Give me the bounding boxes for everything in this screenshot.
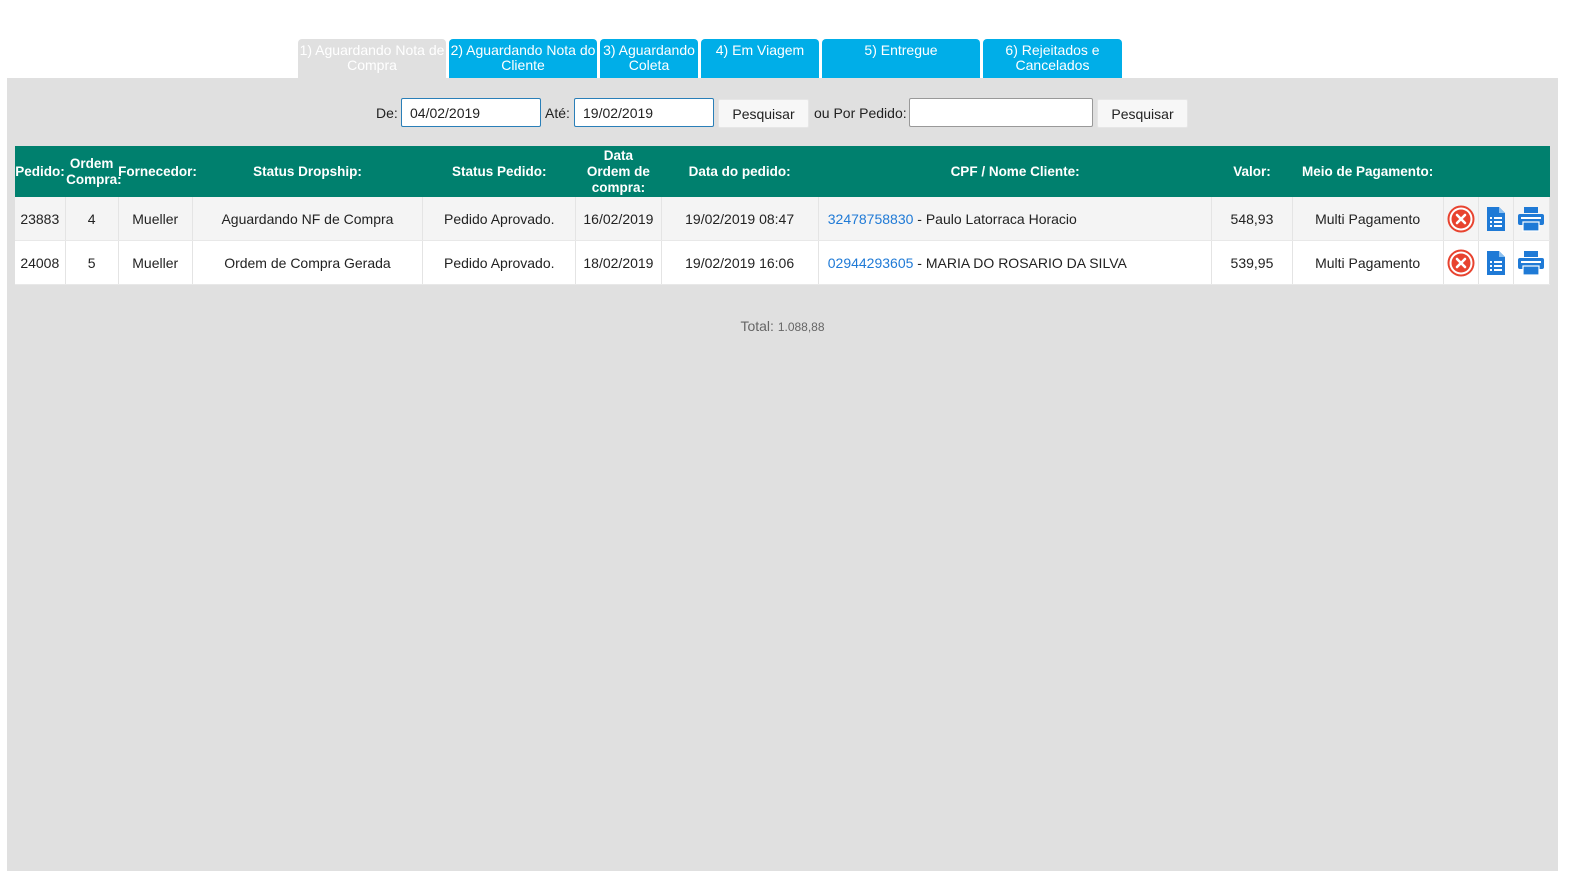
cell-cancel [1443,197,1479,241]
header-actions [1443,146,1550,197]
orders-table: Pedido: Ordem Compra: Fornecedor: Status… [15,146,1551,285]
header-cliente: CPF / Nome Cliente: [818,146,1212,197]
client-name: - MARIA DO ROSARIO DA SILVA [913,254,1127,271]
cell-valor: 539,95 [1211,240,1293,285]
cell-pedido: 23883 [15,197,66,241]
tab-em-viagem[interactable]: 4) Em Viagem [701,39,819,78]
cell-data-ordem: 16/02/2019 [575,197,662,241]
pedido-label: ou Por Pedido: [814,105,907,121]
cell-fornecedor: Mueller [118,197,193,241]
cpf-link[interactable]: 02944293605 [828,255,914,271]
cell-cancel [1443,240,1479,285]
tab-label: 4) Em Viagem [715,42,805,58]
search-order-button[interactable]: Pesquisar [1097,99,1188,128]
header-valor: Valor: [1211,146,1293,197]
cell-data-pedido: 19/02/2019 08:47 [661,197,819,241]
header-pedido: Pedido: [15,146,66,197]
cpf-link[interactable]: 32478758830 [828,211,914,227]
cell-status-pedido: Pedido Aprovado. [422,240,577,285]
header-pagamento: Meio de Pagamento: [1292,146,1444,197]
header-data-ordem: Data Ordem de compra: [575,146,661,197]
cell-status-pedido: Pedido Aprovado. [422,197,577,241]
tab-entregue[interactable]: 5) Entregue [822,39,980,78]
content-panel: De: Até: Pesquisar ou Por Pedido: Pesqui… [7,78,1558,871]
cell-pagamento: Multi Pagamento [1292,197,1444,241]
table-row: 23883 4 Mueller Aguardando NF de Compra … [15,197,1551,241]
cancel-circle-icon[interactable] [1447,205,1475,233]
cell-ordem: 4 [65,197,119,241]
header-fornecedor: Fornecedor: [118,146,197,197]
cell-data-pedido: 19/02/2019 16:06 [661,240,819,285]
date-to-input[interactable] [574,98,714,127]
total-value: 1.088,88 [777,320,825,334]
tab-label: 6) Rejeitados e Cancelados [1005,42,1100,73]
cell-pagamento: Multi Pagamento [1292,240,1444,285]
filter-bar: De: Até: Pesquisar ou Por Pedido: Pesqui… [7,98,1558,128]
document-list-icon[interactable] [1486,250,1506,276]
ate-label: Até: [545,105,570,121]
table-header-row: Pedido: Ordem Compra: Fornecedor: Status… [15,146,1550,197]
header-ordem-compra: Ordem Compra: [65,146,122,197]
total-summary: Total: 1.088,88 [7,318,1558,334]
tab-label: 3) Aguardando Coleta [603,42,695,73]
tab-aguardando-nota-cliente[interactable]: 2) Aguardando Nota do Cliente [449,39,597,78]
cell-data-ordem: 18/02/2019 [575,240,662,285]
cell-valor: 548,93 [1211,197,1293,241]
search-date-button[interactable]: Pesquisar [718,99,809,128]
header-status-dropship: Status Dropship: [192,146,423,197]
tab-aguardando-coleta[interactable]: 3) Aguardando Coleta [600,39,698,78]
tab-aguardando-nota-compra[interactable]: 1) Aguardando Nota de Compra [298,39,446,78]
document-list-icon[interactable] [1486,206,1506,232]
cell-print [1513,240,1551,285]
header-status-pedido: Status Pedido: [422,146,576,197]
date-from-input[interactable] [401,98,541,127]
cell-status-dropship: Aguardando NF de Compra [192,197,424,241]
table-row: 24008 5 Mueller Ordem de Compra Gerada P… [15,240,1551,285]
cell-fornecedor: Mueller [118,240,193,285]
client-name: - Paulo Latorraca Horacio [913,210,1077,227]
order-number-input[interactable] [909,98,1093,127]
total-label: Total: [740,318,774,334]
cell-status-dropship: Ordem de Compra Gerada [192,240,424,285]
cell-cliente: 32478758830 - Paulo Latorraca Horacio [818,197,1213,241]
cell-cliente: 02944293605 - MARIA DO ROSARIO DA SILVA [818,240,1213,285]
cell-pedido: 24008 [15,240,66,285]
printer-icon[interactable] [1517,206,1545,232]
printer-icon[interactable] [1517,250,1545,276]
cell-print [1513,197,1551,241]
tab-label: 2) Aguardando Nota do Cliente [450,42,596,73]
header-data-pedido: Data do pedido: [661,146,819,197]
cell-details [1478,197,1514,241]
cancel-circle-icon[interactable] [1447,249,1475,277]
cell-details [1478,240,1514,285]
tab-label: 5) Entregue [864,42,938,58]
cell-ordem: 5 [65,240,119,285]
de-label: De: [376,105,398,121]
tab-rejeitados-cancelados[interactable]: 6) Rejeitados e Cancelados [983,39,1122,78]
tab-label: 1) Aguardando Nota de Compra [299,42,445,73]
